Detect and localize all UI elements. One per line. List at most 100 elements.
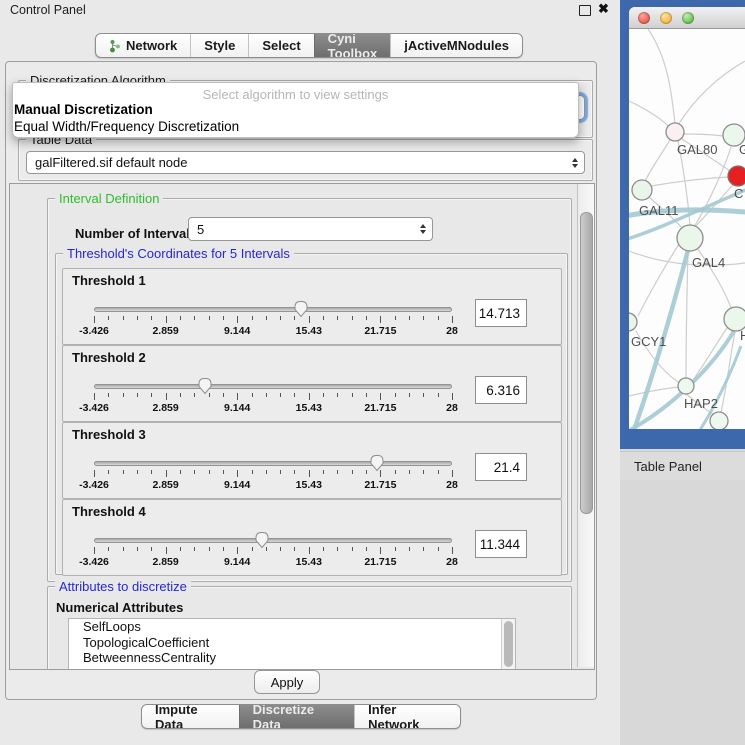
- attribute-list-item[interactable]: SelfLoops: [69, 619, 515, 635]
- algorithm-option[interactable]: Equal Width/Frequency Discretization: [14, 119, 573, 134]
- attribute-list-item[interactable]: BetweennessCentrality: [69, 650, 515, 666]
- interval-definition-group: Interval Definition Number of Intervals …: [47, 198, 572, 582]
- network-node[interactable]: [629, 313, 637, 331]
- tab-label: Select: [262, 38, 300, 53]
- close-icon[interactable]: ✖: [598, 1, 609, 17]
- table-data-combobox[interactable]: galFiltered.sif default node: [26, 151, 585, 174]
- apply-button[interactable]: Apply: [254, 670, 320, 694]
- scrollbar-thumb[interactable]: [580, 212, 593, 514]
- algorithm-dropdown-popup: Select algorithm to view settings Manual…: [12, 82, 579, 138]
- tick-label: 15.43: [296, 325, 322, 337]
- tick-label: 2.859: [152, 479, 178, 491]
- tick-label: 21.715: [364, 556, 396, 568]
- control-panel-titlebar: Control Panel ✖: [0, 0, 621, 22]
- tab-label: Impute Data: [155, 704, 226, 729]
- tab-discretize-data[interactable]: Discretize Data: [239, 705, 355, 728]
- number-of-intervals-value: 5: [197, 222, 204, 237]
- slider-track[interactable]: [94, 307, 452, 312]
- algorithm-option[interactable]: Manual Discretization: [14, 102, 573, 117]
- network-node[interactable]: [678, 378, 694, 394]
- threshold-panel: Threshold 1 -3.4262.8599.14415.4321.71528…: [62, 268, 562, 345]
- attribute-list-item[interactable]: TopologicalCoefficient: [69, 635, 515, 651]
- control-panel: Control Panel ✖ NetworkStyle Select Cyni T…: [0, 0, 621, 745]
- screen: Control Panel ✖ NetworkStyle Select Cyni T…: [0, 0, 745, 745]
- threshold-label: Threshold 4: [72, 504, 146, 519]
- tick-label: 15.43: [296, 479, 322, 491]
- tab-jactivemnodules[interactable]: jActiveMNodules: [390, 34, 522, 57]
- threshold-value-field[interactable]: 14.713: [475, 299, 527, 327]
- slider-track[interactable]: [94, 461, 452, 466]
- tick-label: -3.426: [79, 556, 109, 568]
- tab-cyni-toolbox[interactable]: Cyni Toolbox: [314, 34, 391, 57]
- bottom-tab-bar: Impute Data Discretize Data Infer Network: [141, 704, 461, 729]
- attributes-list-scrollbar[interactable]: [501, 619, 515, 670]
- network-node[interactable]: [677, 225, 703, 251]
- zoom-traffic-light-icon[interactable]: [682, 12, 694, 24]
- threshold-label: Threshold 1: [72, 273, 146, 288]
- scrollbar-thumb[interactable]: [504, 621, 513, 667]
- network-tab-icon: [109, 39, 121, 53]
- threshold-panel: Threshold 2-3.4262.8599.14415.4321.71528…: [62, 345, 562, 422]
- node-label: C: [734, 186, 743, 201]
- threshold-slider[interactable]: -3.4262.8599.14415.4321.71528: [94, 378, 452, 418]
- threshold-slider[interactable]: -3.4262.8599.14415.4321.71528: [94, 301, 452, 341]
- slider-handle[interactable]: [254, 531, 270, 549]
- tick-label: -3.426: [79, 479, 109, 491]
- tick-label: 2.859: [152, 402, 178, 414]
- tab-label: Infer Network: [368, 704, 447, 729]
- threshold-value-field[interactable]: 6.316: [475, 376, 527, 404]
- threshold-slider[interactable]: -3.4262.8599.14415.4321.71528: [94, 532, 452, 572]
- threshold-label: Threshold 3: [72, 427, 146, 442]
- table-panel-body: ⚙ ✓ ✓ shared... n YDL19...YDL1YDR27...YD…: [620, 480, 745, 745]
- slider-handle[interactable]: [369, 454, 385, 472]
- settings-scroll-area: Interval Definition Number of Intervals …: [9, 183, 595, 670]
- settings-vertical-scrollbar[interactable]: [577, 184, 594, 667]
- threshold-panel: Threshold 3-3.4262.8599.14415.4321.71528…: [62, 422, 562, 499]
- tick-label: 15.43: [296, 556, 322, 568]
- slider-track[interactable]: [94, 384, 452, 389]
- tab-style[interactable]: Style: [190, 34, 248, 57]
- number-of-intervals-label: Number of Intervals: [75, 226, 197, 241]
- combo-arrows-icon: [420, 224, 426, 234]
- threshold-slider[interactable]: -3.4262.8599.14415.4321.71528: [94, 455, 452, 495]
- network-node[interactable]: [632, 180, 652, 200]
- table-data-value: galFiltered.sif default node: [35, 155, 187, 170]
- close-traffic-light-icon[interactable]: [638, 12, 650, 24]
- panel-title: Control Panel: [10, 3, 86, 17]
- thresholds-group: Threshold's Coordinates for 5 Intervals …: [55, 253, 568, 575]
- node-label: H: [740, 328, 745, 343]
- node-label: GAL11: [639, 203, 679, 218]
- minimize-traffic-light-icon[interactable]: [660, 12, 672, 24]
- float-window-icon[interactable]: [579, 5, 591, 16]
- node-label: GCY1: [631, 334, 666, 349]
- slider-handle[interactable]: [197, 377, 213, 395]
- network-node[interactable]: [666, 123, 684, 141]
- network-node[interactable]: [710, 412, 728, 429]
- tab-impute-data[interactable]: Impute Data: [142, 705, 239, 728]
- tab-label: jActiveMNodules: [404, 38, 509, 53]
- threshold-value-field[interactable]: 21.4: [475, 453, 527, 481]
- top-tab-bar: NetworkStyle Select Cyni Toolbox jActiveMNo…: [95, 33, 523, 58]
- table-data-group: Table Data galFiltered.sif default node: [18, 139, 593, 181]
- threshold-value-field[interactable]: 11.344: [475, 530, 527, 558]
- number-of-intervals-combobox[interactable]: 5: [188, 217, 433, 241]
- table-panel-title: Table Panel: [634, 459, 702, 474]
- tab-select[interactable]: Select: [248, 34, 313, 57]
- tick-label: 21.715: [364, 479, 396, 491]
- attributes-group: Attributes to discretize Numerical Attri…: [47, 586, 572, 670]
- thresholds-group-label: Threshold's Coordinates for 5 Intervals: [63, 246, 294, 261]
- tick-label: 15.43: [296, 402, 322, 414]
- numerical-attributes-list[interactable]: SelfLoopsTopologicalCoefficientBetweenne…: [68, 618, 516, 670]
- algorithm-placeholder: Select algorithm to view settings: [13, 87, 578, 102]
- tick-label: 2.859: [152, 556, 178, 568]
- network-node-selected[interactable]: [728, 166, 745, 186]
- slider-track[interactable]: [94, 538, 452, 543]
- node-label: GAL80: [677, 142, 717, 157]
- tick-label: 9.144: [224, 402, 250, 414]
- tab-network[interactable]: Network: [96, 34, 190, 57]
- numerical-attributes-label: Numerical Attributes: [56, 600, 183, 615]
- node-label: HAP2: [684, 396, 718, 411]
- right-side: GAL80 G GAL11 C GAL4 GCY1 H HAP2 Table P…: [620, 0, 745, 745]
- tab-infer-network[interactable]: Infer Network: [354, 705, 460, 728]
- network-canvas[interactable]: GAL80 G GAL11 C GAL4 GCY1 H HAP2: [629, 29, 745, 429]
